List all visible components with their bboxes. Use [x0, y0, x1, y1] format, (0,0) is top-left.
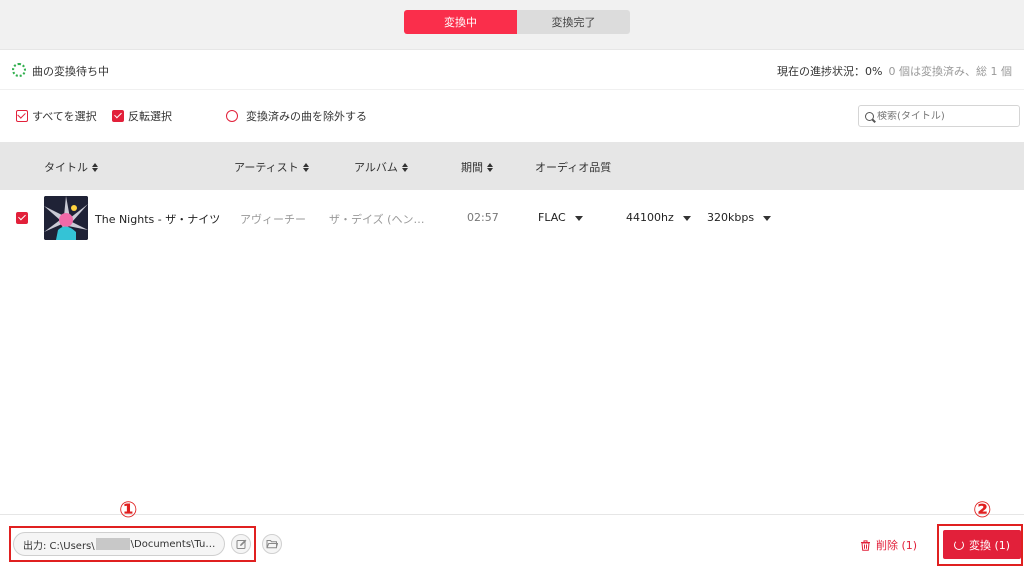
track-title: The Nights - ザ・ナイツ — [95, 213, 221, 226]
redacted-username — [95, 538, 130, 550]
track-artist: アヴィーチー — [240, 213, 306, 226]
album-cover — [44, 196, 88, 240]
output-path-field[interactable]: 出力: C:\Users\ \Documents\Tu… — [13, 532, 225, 556]
column-quality: オーディオ品質 — [535, 159, 611, 175]
select-all-label: すべてを選択 — [32, 110, 97, 123]
invert-selection-icon — [112, 110, 124, 122]
column-title-label: タイトル — [44, 161, 88, 174]
album-cover-art — [44, 196, 88, 240]
track-duration: 02:57 — [467, 211, 499, 224]
column-artist[interactable]: アーティスト — [234, 159, 309, 175]
edit-output-button[interactable] — [231, 534, 251, 554]
delete-button[interactable]: 削除 (1) — [860, 537, 917, 553]
progress-summary: 0 個は変換済み、総 1 個 — [888, 65, 1013, 78]
row-checkbox[interactable] — [16, 212, 28, 224]
output-path-suffix: \Documents\Tu… — [130, 538, 216, 550]
column-artist-label: アーティスト — [234, 161, 299, 174]
progress-status: 現在の進捗状況：0% 0 個は変換済み、総 1 個 — [777, 63, 1012, 79]
annotation-marker-2: ② — [973, 498, 992, 523]
open-folder-button[interactable] — [262, 534, 282, 554]
top-bar: 変換中 変換完了 — [0, 0, 1024, 50]
tab-converting[interactable]: 変換中 — [404, 10, 517, 34]
track-album: ザ・デイズ (ヘン… — [329, 213, 425, 226]
sort-icon — [487, 162, 493, 172]
table-header: タイトル アーティスト アルバム 期間 オーディオ品質 — [0, 142, 1024, 190]
exclude-converted-label: 変換済みの曲を除外する — [246, 110, 367, 123]
progress-text: 現在の進捗状況：0% — [777, 65, 883, 78]
spinner-icon — [12, 63, 26, 77]
trash-icon — [861, 539, 870, 551]
bitrate-select[interactable]: 320kbps — [707, 211, 772, 224]
sort-icon — [401, 162, 408, 172]
status-bar: 曲の変換待ち中 現在の進捗状況：0% 0 個は変換済み、総 1 個 — [0, 50, 1024, 90]
column-quality-label: オーディオ品質 — [535, 161, 612, 174]
refresh-icon — [953, 539, 964, 550]
format-value: FLAC — [538, 211, 566, 224]
bitrate-value: 320kbps — [707, 211, 755, 224]
select-all-icon — [16, 110, 28, 122]
waiting-status: 曲の変換待ち中 — [32, 65, 109, 78]
convert-label: 変換 (1) — [968, 538, 1011, 552]
column-album-label: アルバム — [354, 161, 398, 174]
convert-button[interactable]: 変換 (1) — [943, 530, 1021, 559]
search-box — [858, 105, 1020, 127]
dropdown-caret-icon — [574, 215, 583, 221]
column-title[interactable]: タイトル — [44, 159, 98, 175]
column-duration[interactable]: 期間 — [461, 159, 493, 175]
dropdown-caret-icon — [763, 215, 772, 221]
search-input[interactable] — [877, 110, 1012, 122]
samplerate-value: 44100hz — [626, 211, 674, 224]
annotation-marker-1: ① — [119, 498, 138, 523]
conversion-tabs: 変換中 変換完了 — [404, 10, 630, 34]
column-duration-label: 期間 — [461, 161, 483, 174]
exclude-radio-icon — [226, 110, 238, 122]
samplerate-select[interactable]: 44100hz — [626, 211, 691, 224]
invert-selection-button[interactable]: 反転選択 — [112, 108, 172, 124]
dropdown-caret-icon — [682, 215, 691, 221]
column-album[interactable]: アルバム — [354, 159, 408, 175]
selection-toolbar: すべてを選択 反転選択 変換済みの曲を除外する — [0, 90, 1024, 142]
folder-icon — [266, 540, 278, 549]
table-row[interactable]: The Nights - ザ・ナイツ アヴィーチー ザ・デイズ (ヘン… 02:… — [0, 190, 1024, 246]
edit-icon — [236, 539, 246, 549]
format-select[interactable]: FLAC — [538, 211, 583, 224]
tab-converted[interactable]: 変換完了 — [517, 10, 630, 34]
sort-icon — [92, 162, 98, 172]
invert-selection-label: 反転選択 — [128, 110, 172, 123]
output-path-prefix: 出力: C:\Users\ — [23, 540, 95, 552]
select-all-button[interactable]: すべてを選択 — [16, 108, 97, 124]
delete-label: 削除 (1) — [876, 539, 918, 552]
exclude-converted-toggle[interactable]: 変換済みの曲を除外する — [226, 108, 367, 124]
search-icon — [865, 111, 874, 121]
sort-icon — [302, 162, 309, 172]
